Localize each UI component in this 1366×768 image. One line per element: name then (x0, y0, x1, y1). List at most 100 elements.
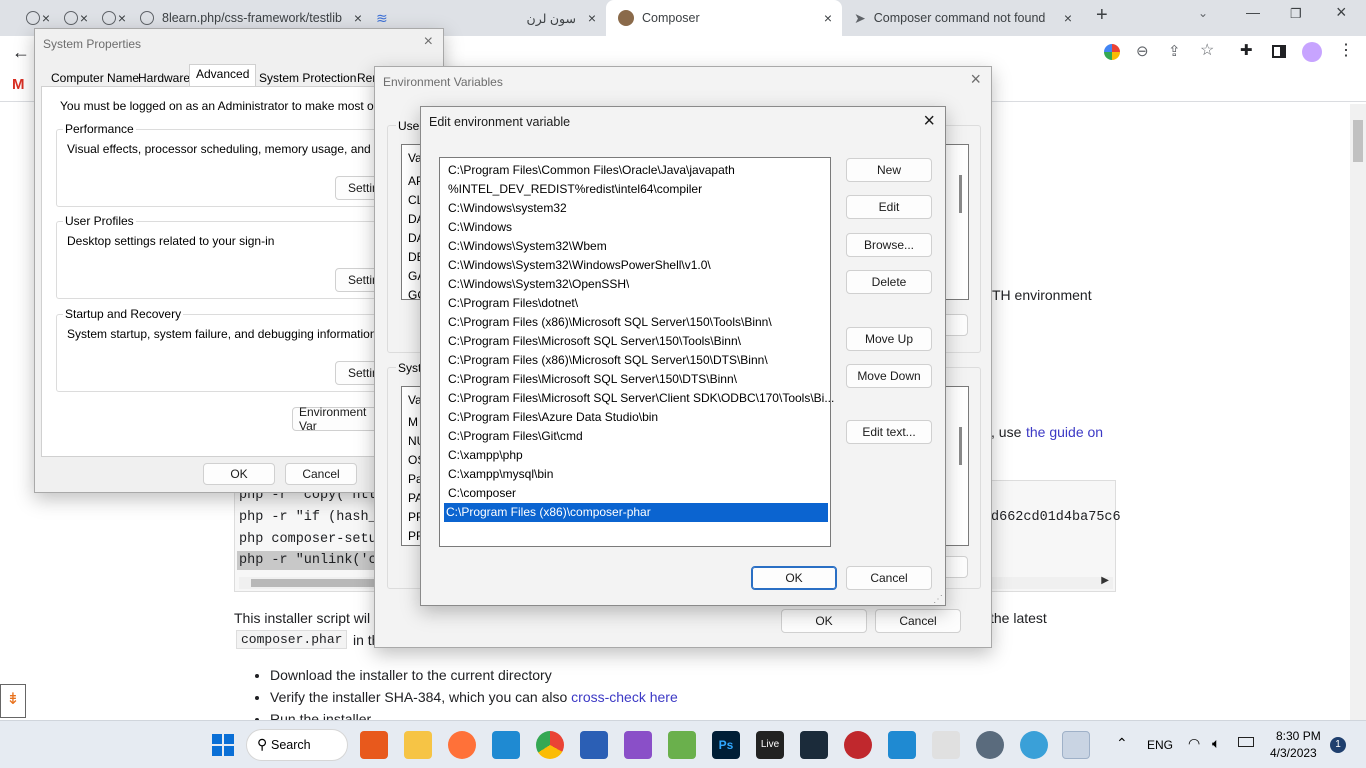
close-icon[interactable]: × (354, 10, 362, 26)
scrollbar-thumb[interactable] (251, 579, 391, 587)
firefox-icon[interactable] (448, 731, 476, 759)
path-item[interactable]: C:\Program Files\dotnet\ (446, 294, 578, 313)
new-tab-button[interactable]: + (1096, 4, 1108, 27)
scrollbar-thumb[interactable] (959, 427, 962, 465)
delete-button[interactable]: Delete (846, 270, 932, 294)
close-icon[interactable]: × (824, 10, 832, 26)
app-icon-14[interactable] (932, 731, 960, 759)
chevron-down-icon[interactable]: ⌄ (1198, 6, 1208, 20)
ok-button[interactable]: OK (203, 463, 275, 485)
list-item[interactable]: M (408, 415, 418, 429)
bookmark-star-icon[interactable]: ☆ (1200, 40, 1214, 60)
file-explorer-icon[interactable] (404, 731, 432, 759)
chrome-icon[interactable] (536, 731, 564, 759)
language-indicator[interactable]: ENG (1147, 738, 1173, 752)
wifi-icon[interactable]: ◠ (1188, 735, 1200, 752)
close-icon[interactable]: × (80, 10, 88, 26)
app-icon-1[interactable] (360, 731, 388, 759)
close-icon[interactable]: × (923, 110, 935, 133)
edit-text-button[interactable]: Edit text... (846, 420, 932, 444)
path-item[interactable]: C:\xampp\php (446, 446, 523, 465)
ok-button[interactable]: OK (781, 609, 867, 633)
edit-button[interactable]: Edit (846, 195, 932, 219)
ok-button[interactable]: OK (751, 566, 837, 590)
path-item[interactable]: C:\Windows\System32\WindowsPowerShell\v1… (446, 256, 711, 275)
path-item[interactable]: C:\Program Files\Git\cmd (446, 427, 583, 446)
notification-badge[interactable]: 1 (1330, 737, 1346, 753)
new-button[interactable]: New (846, 158, 932, 182)
windows-start-icon[interactable] (212, 734, 234, 756)
path-item[interactable]: C:\Program Files\Common Files\Oracle\Jav… (446, 161, 735, 180)
browse-button[interactable]: Browse... (846, 233, 932, 257)
environment-variables-button[interactable]: Environment Var (292, 405, 382, 433)
google-icon[interactable] (1104, 44, 1120, 60)
close-icon[interactable]: × (970, 69, 981, 90)
cancel-button[interactable]: Cancel (846, 566, 932, 590)
taskbar-search[interactable]: ⚲ Search (246, 729, 348, 761)
app-icon-13[interactable] (888, 731, 916, 759)
app-icon-11[interactable] (800, 731, 828, 759)
scroll-right-icon[interactable]: ▶ (1101, 575, 1109, 586)
path-item[interactable]: C:\Windows (446, 218, 512, 237)
path-item[interactable]: %INTEL_DEV_REDIST%redist\intel64\compile… (446, 180, 702, 199)
minimize-icon[interactable]: — (1246, 4, 1260, 20)
tab-7learn[interactable]: سون لرن × (420, 0, 606, 36)
share-icon[interactable]: ⇪ (1168, 42, 1181, 60)
scrollbar-thumb[interactable] (1353, 120, 1363, 162)
close-icon[interactable]: × (1064, 10, 1072, 26)
path-item[interactable]: C:\Program Files (x86)\Microsoft SQL Ser… (446, 351, 768, 370)
path-item[interactable]: C:\Program Files\Microsoft SQL Server\Cl… (446, 389, 834, 408)
menu-kebab-icon[interactable]: ⋮ (1338, 40, 1354, 60)
path-item[interactable]: C:\Program Files (x86)\Microsoft SQL Ser… (446, 313, 772, 332)
close-icon[interactable]: × (118, 10, 126, 26)
clock-time[interactable]: 8:30 PM (1276, 729, 1321, 743)
path-item[interactable]: C:\Windows\system32 (446, 199, 567, 218)
chevron-up-icon[interactable]: ⌃ (1116, 735, 1128, 752)
path-item[interactable]: C:\Windows\System32\Wbem (446, 237, 607, 256)
tab-system-protection[interactable]: System Protection (255, 69, 360, 87)
settings-gear-icon[interactable] (976, 731, 1004, 759)
vscode-icon[interactable] (492, 731, 520, 759)
move-up-button[interactable]: Move Up (846, 327, 932, 351)
guide-link[interactable]: the guide on (1026, 424, 1103, 440)
scrollbar-thumb[interactable] (959, 175, 962, 213)
path-item-selected[interactable]: C:\Program Files (x86)\composer-phar (444, 503, 828, 522)
path-item[interactable]: C:\xampp\mysql\bin (446, 465, 553, 484)
tab-computer-name[interactable]: Computer Name (47, 69, 143, 87)
back-arrow-icon[interactable]: ← (12, 42, 30, 63)
app-icon-8[interactable] (668, 731, 696, 759)
tab-composer[interactable]: Composer × (606, 0, 842, 36)
gmail-icon[interactable]: M (12, 76, 25, 93)
live-icon[interactable]: Live (756, 731, 784, 759)
resize-grip-icon[interactable]: ⋰ (933, 594, 943, 605)
move-down-button[interactable]: Move Down (846, 364, 932, 388)
side-panel-icon[interactable] (1272, 45, 1286, 58)
path-item[interactable]: C:\composer (446, 484, 516, 503)
close-icon[interactable]: × (588, 10, 596, 26)
powershell-icon[interactable] (580, 731, 608, 759)
tab-advanced[interactable]: Advanced (189, 64, 257, 86)
path-item[interactable]: C:\Program Files\Microsoft SQL Server\15… (446, 370, 737, 389)
app-icon-16[interactable] (1020, 731, 1048, 759)
avatar[interactable] (1302, 42, 1322, 62)
cancel-button[interactable]: Cancel (285, 463, 357, 485)
extensions-icon[interactable]: ✚ (1240, 41, 1253, 59)
cross-check-link[interactable]: cross-check here (571, 689, 678, 705)
restore-icon[interactable]: ❐ (1290, 6, 1302, 22)
scroll-top-icon[interactable]: ⇟ (0, 684, 26, 718)
path-item[interactable]: C:\Windows\System32\OpenSSH\ (446, 275, 629, 294)
zoom-icon[interactable]: ⊖ (1136, 42, 1149, 60)
visual-studio-icon[interactable] (624, 731, 652, 759)
battery-icon[interactable] (1238, 737, 1254, 747)
close-icon[interactable]: × (424, 33, 433, 51)
app-icon-12[interactable] (844, 731, 872, 759)
volume-icon[interactable]: 🔈︎ (1212, 735, 1220, 752)
close-icon[interactable]: × (42, 10, 50, 26)
path-item[interactable]: C:\Program Files\Azure Data Studio\bin (446, 408, 658, 427)
photoshop-icon[interactable]: Ps (712, 731, 740, 759)
system-properties-taskbar-icon[interactable] (1062, 731, 1090, 759)
clock-date[interactable]: 4/3/2023 (1270, 746, 1317, 760)
tab-command-not-found[interactable]: ➤ Composer command not found × (842, 0, 1082, 36)
page-scrollbar[interactable] (1350, 104, 1366, 720)
tab-hardware[interactable]: Hardware (134, 69, 194, 87)
